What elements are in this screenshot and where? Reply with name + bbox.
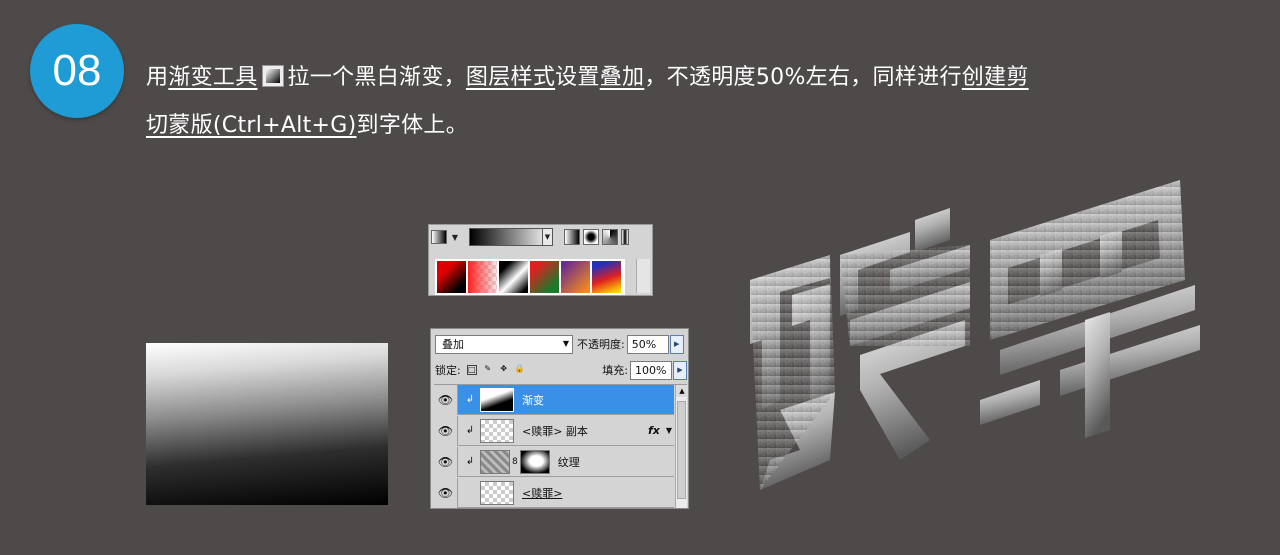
layer-effects-icon[interactable]: fx [648,424,660,437]
instruction-text: 用渐变工具 拉一个黑白渐变，图层样式设置叠加，不透明度50%左右，同样进行创建剪 … [146,54,1226,150]
instruction-highlight: 切蒙版(Ctrl+Alt+G) [146,113,357,138]
fill-slider-button[interactable]: ▶ [673,360,687,380]
instruction-line-2: 切蒙版(Ctrl+Alt+G)到字体上。 [146,102,1226,150]
swatch-scrollbar[interactable] [636,259,650,293]
opacity-value: 50% [631,337,657,351]
lock-image-icon[interactable]: ✎ [483,365,493,375]
eye-icon[interactable]: 👁 [434,384,458,415]
layer-thumbnail [480,387,514,412]
layer-name: <赎罪> [522,486,563,500]
gradient-swatch[interactable] [437,261,466,293]
scrollbar-thumb[interactable] [677,401,686,499]
layer-thumbnail [480,418,514,443]
instruction-highlight: 图层样式 [465,65,556,90]
layers-panel-top-row: 叠加 ▼ 不透明度: 50% ▶ [435,333,687,355]
fill-value: 100% [635,363,667,377]
gradient-options-panel: ▼ ▼ [428,224,653,296]
gradient-swatch[interactable] [468,261,497,293]
clipping-arrow-icon: ↲ [465,425,475,436]
fill-field[interactable]: 100% [630,360,672,380]
layer-row[interactable]: 👁 ↲ 8 纹理 [434,446,674,477]
radial-gradient-type-icon[interactable] [583,229,599,245]
lock-label: 锁定: [435,364,461,377]
instruction-segment: 到字体上。 [356,113,469,138]
clipping-arrow-icon: ↲ [465,394,475,405]
lock-transparency-icon[interactable]: □ [466,365,477,375]
instruction-segment: 拉一个黑白渐变， [287,65,466,90]
layer-row[interactable]: 👁 ↲ <赎罪> 副本 fx ▼ [434,415,674,446]
opacity-slider-button[interactable]: ▶ [669,334,684,354]
instruction-line-1: 用渐变工具 拉一个黑白渐变，图层样式设置叠加，不透明度50%左右，同样进行创建剪 [146,54,1226,102]
linear-gradient-type-icon[interactable] [564,229,580,245]
gradient-swatch-list [435,259,625,295]
chevron-down-icon[interactable]: ▼ [450,230,460,244]
chevron-down-icon[interactable]: ▼ [542,228,553,246]
layers-scrollbar[interactable]: ▲ [675,385,688,508]
gradient-preview-image [146,343,388,505]
gradient-swatch[interactable] [499,261,528,293]
gradient-swatch[interactable] [530,261,559,293]
opacity-label: 不透明度: [577,338,625,351]
gradient-swatch[interactable] [592,261,621,293]
gradient-options-toolbar: ▼ ▼ [429,225,652,249]
instruction-segment: ，不透明度50%左右，同样进行 [644,65,962,90]
instruction-segment: 设置 [555,65,600,90]
eye-icon[interactable]: 👁 [434,415,458,446]
layer-thumbnail [480,480,514,505]
reflected-gradient-type-icon[interactable] [621,229,629,245]
instruction-highlight: 创建剪 [961,65,1029,90]
instruction-highlight: 渐变工具 [168,65,258,90]
layer-name: 纹理 [557,455,580,469]
blend-mode-value: 叠加 [442,338,464,351]
instruction-segment: 用 [146,65,169,90]
step-number-badge: 08 [30,24,124,118]
layer-row[interactable]: 👁 <赎罪> [434,477,674,508]
layers-list: 👁 ↲ 渐变 👁 ↲ <赎罪> 副本 fx ▼ 👁 ↲ 8 纹理 👁 <赎罪> [434,384,688,508]
stylized-text-artwork [750,180,1200,490]
instruction-highlight: 叠加 [599,65,645,90]
layers-panel-lock-row: 锁定: □ ✎ ✥ 🔒 填充: 100% ▶ [435,359,687,381]
blend-mode-select[interactable]: 叠加 ▼ [435,334,573,354]
layer-row[interactable]: 👁 ↲ 渐变 [434,384,674,415]
layer-name: <赎罪> 副本 [522,424,588,438]
layers-panel: 叠加 ▼ 不透明度: 50% ▶ 锁定: □ ✎ ✥ 🔒 填充: 100% ▶ … [430,328,689,509]
gradient-tool-icon [261,65,284,87]
layer-name: 渐变 [522,393,544,407]
gradient-picker[interactable]: ▼ [469,228,553,246]
lock-position-icon[interactable]: ✥ [499,365,509,375]
gradient-swatch[interactable] [561,261,590,293]
scroll-up-icon[interactable]: ▲ [676,385,688,397]
chevron-down-icon[interactable]: ▼ [666,426,672,435]
eye-icon[interactable]: 👁 [434,446,458,477]
eye-icon[interactable]: 👁 [434,477,458,508]
step-number: 08 [52,46,102,95]
lock-all-icon[interactable]: 🔒 [515,365,525,375]
fill-label: 填充: [602,364,628,377]
angle-gradient-type-icon[interactable] [602,229,618,245]
tool-preset-icon[interactable] [431,230,447,244]
link-chain-icon[interactable]: 8 [512,457,518,467]
clipping-arrow-icon: ↲ [465,456,475,467]
opacity-field[interactable]: 50% [626,334,669,354]
layer-mask-thumbnail[interactable] [519,449,550,474]
layer-thumbnail [480,449,510,474]
chevron-down-icon: ▼ [562,338,569,348]
